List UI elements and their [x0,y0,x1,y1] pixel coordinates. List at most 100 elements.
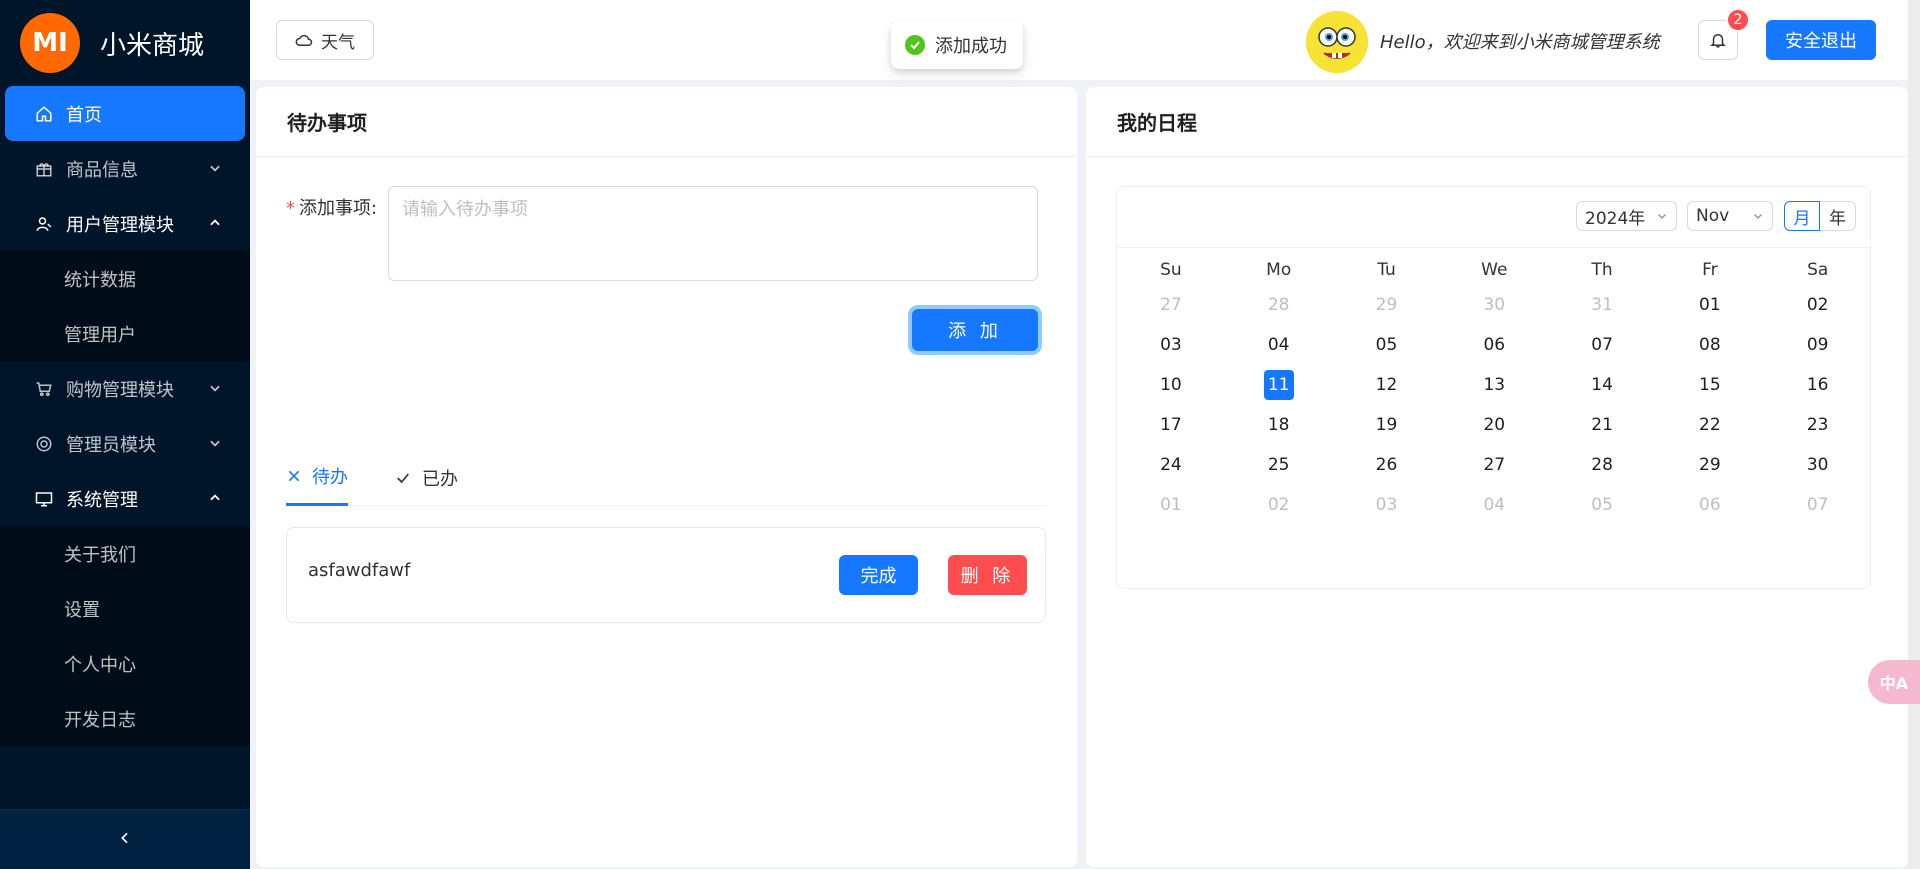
sidebar-collapse-button[interactable] [0,809,250,869]
bell-icon [1710,34,1726,48]
calendar-day[interactable]: 18 [1225,405,1333,445]
calendar-day[interactable]: 28 [1225,285,1333,325]
chevron-down-icon [1657,213,1667,220]
calendar-day[interactable]: 21 [1548,405,1656,445]
weekday-label: Fr [1702,260,1718,280]
calendar-day[interactable]: 03 [1333,485,1441,525]
calendar-day[interactable]: 10 [1117,365,1225,405]
sidebar-item-system[interactable]: 系统管理 [0,471,250,526]
schedule-card: 我的日程 2024年 Nov 月 年 Su Mo Tu We Th Fr Sa … [1086,87,1908,867]
sidebar-item-settings[interactable]: 设置 [0,581,250,636]
calendar-day-number: 09 [1806,335,1829,355]
calendar-day[interactable]: 29 [1656,445,1764,485]
sidebar-item-statistics[interactable]: 统计数据 [0,251,250,306]
mode-month-button[interactable]: 月 [1784,201,1820,231]
calendar-day[interactable]: 14 [1548,365,1656,405]
calendar-week-row: 17 18 19 20 21 22 23 [1117,405,1872,445]
weather-button[interactable]: 天气 [276,20,374,60]
submenu-system: 关于我们 设置 个人中心 开发日志 [0,526,250,746]
success-toast: 添加成功 [891,21,1023,69]
calendar-day-number: 27 [1483,455,1506,475]
sidebar-item-profile[interactable]: 个人中心 [0,636,250,691]
calendar-day[interactable]: 04 [1440,485,1548,525]
translate-widget[interactable]: 中A [1868,660,1920,704]
calendar-day[interactable]: 24 [1117,445,1225,485]
calendar-day[interactable]: 03 [1117,325,1225,365]
complete-button[interactable]: 完成 [839,555,918,595]
calendar-day[interactable]: 31 [1548,285,1656,325]
calendar-day[interactable]: 05 [1333,325,1441,365]
sidebar-item-products[interactable]: 商品信息 [0,141,250,196]
calendar-day[interactable]: 01 [1117,485,1225,525]
calendar-day-number: 12 [1375,375,1398,395]
calendar-day-number: 03 [1160,335,1182,355]
calendar-day[interactable]: 15 [1656,365,1764,405]
calendar-weeks: 27 28 29 30 31 01 02 03 04 05 06 07 08 09 10 11 12 13 14 15… [1117,285,1872,525]
calendar-day[interactable]: 07 [1548,325,1656,365]
welcome-text: Hello，欢迎来到小米商城管理系统 [1380,32,1660,53]
chevron-up-icon [206,489,224,507]
add-todo-button[interactable]: 添 加 [912,309,1038,351]
calendar-day-number: 15 [1699,375,1721,395]
calendar-day[interactable]: 11 [1225,365,1333,405]
sidebar-item-shopping[interactable]: 购物管理模块 [0,361,250,416]
calendar-day[interactable]: 02 [1225,485,1333,525]
logout-button[interactable]: 安全退出 [1766,20,1876,60]
sidebar-item-label: 管理用户 [64,324,136,346]
calendar-day[interactable]: 02 [1764,285,1872,325]
sidebar-item-about[interactable]: 关于我们 [0,526,250,581]
sidebar-item-manage-users[interactable]: 管理用户 [0,306,250,361]
calendar-day-number: 10 [1160,375,1182,395]
calendar-day[interactable]: 26 [1333,445,1441,485]
month-select[interactable]: Nov [1687,201,1773,231]
calendar-week-row: 10 11 12 13 14 15 16 [1117,365,1872,405]
sidebar-item-admin[interactable]: 管理员模块 [0,416,250,471]
calendar-day[interactable]: 12 [1333,365,1441,405]
calendar-day[interactable]: 13 [1440,365,1548,405]
calendar-day[interactable]: 09 [1764,325,1872,365]
calendar-day[interactable]: 01 [1656,285,1764,325]
calendar-day[interactable]: 20 [1440,405,1548,445]
sidebar-item-user-management[interactable]: 用户管理模块 [0,196,250,251]
sidebar-item-label: 管理员模块 [66,434,156,456]
calendar-day[interactable]: 07 [1764,485,1872,525]
calendar-day[interactable]: 19 [1333,405,1441,445]
calendar-week-row: 27 28 29 30 31 01 02 [1117,285,1872,325]
weekday-label: Tu [1377,260,1396,280]
calendar-day[interactable]: 27 [1117,285,1225,325]
calendar-day[interactable]: 06 [1440,325,1548,365]
page-scrollbar[interactable] [1908,0,1920,869]
tab-completed[interactable]: 已办 [394,449,458,506]
calendar-day[interactable]: 25 [1225,445,1333,485]
calendar-day-number: 02 [1806,295,1829,315]
calendar-day[interactable]: 06 [1656,485,1764,525]
calendar-day[interactable]: 16 [1764,365,1872,405]
sidebar-item-dev-log[interactable]: 开发日志 [0,691,250,746]
calendar-day[interactable]: 27 [1440,445,1548,485]
sidebar-item-label: 个人中心 [64,654,136,676]
calendar-day-number: 29 [1699,455,1721,475]
calendar-day[interactable]: 23 [1764,405,1872,445]
weekday-label: Th [1591,260,1613,280]
calendar-day[interactable]: 22 [1656,405,1764,445]
calendar-day[interactable]: 29 [1333,285,1441,325]
delete-button[interactable]: 删 除 [948,555,1027,595]
tab-pending[interactable]: 待办 [286,449,348,506]
calendar-day[interactable]: 08 [1656,325,1764,365]
calendar-day[interactable]: 28 [1548,445,1656,485]
avatar[interactable] [1306,11,1368,73]
mode-year-button[interactable]: 年 [1820,201,1856,231]
logo[interactable]: MI 小米商城 [0,0,250,86]
year-select[interactable]: 2024年 [1576,201,1677,231]
header: 天气 Hello，欢迎来到小米商城管理系统 2 安全退出 [250,0,1920,80]
sidebar-item-home[interactable]: 首页 [5,86,245,141]
todo-input[interactable] [388,186,1038,281]
calendar-day[interactable]: 04 [1225,325,1333,365]
calendar-day-number: 29 [1375,295,1398,315]
calendar-day[interactable]: 17 [1117,405,1225,445]
weekday-label: Mo [1266,260,1292,280]
calendar-day-number: 31 [1591,295,1613,315]
calendar-day[interactable]: 30 [1764,445,1872,485]
calendar-day[interactable]: 30 [1440,285,1548,325]
calendar-day[interactable]: 05 [1548,485,1656,525]
